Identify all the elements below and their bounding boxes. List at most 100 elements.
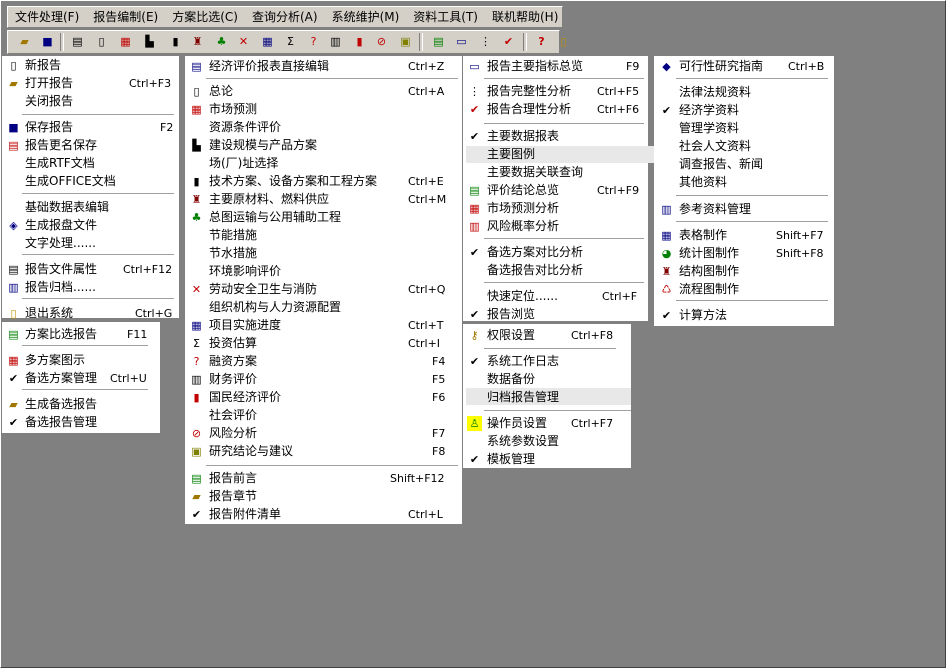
menu-item-national-eval[interactable]: ▮ 国民经济评价 F6	[189, 389, 459, 406]
bar-icon[interactable]: ▮	[352, 34, 367, 49]
menu-item-social-humanities[interactable]: 社会人文资料	[659, 138, 831, 155]
menu-item-env-impact[interactable]: 环境影响评价	[189, 263, 459, 280]
menu-item-open-report[interactable]: ▰ 打开报告 Ctrl+F3	[6, 75, 176, 92]
menu-item-risk-prob[interactable]: ▥ 风险概率分析	[467, 218, 645, 235]
menu-item-attachments[interactable]: ✔ 报告附件清单 Ctrl+L	[189, 506, 459, 523]
menu-item-financing[interactable]: ? 融资方案 F4	[189, 353, 459, 370]
menu-item-alt-report-compare[interactable]: 备选报告对比分析	[467, 262, 645, 279]
menu-item-save-as[interactable]: ▤ 报告更名保存	[6, 137, 176, 154]
question-list-icon[interactable]: ?	[306, 34, 321, 49]
menu-item-main-tables[interactable]: ✔ 主要数据报表	[467, 128, 645, 145]
menu-item-resource-eval[interactable]: 资源条件评价	[189, 119, 459, 136]
menu-item-close-report[interactable]: 关闭报告	[6, 93, 176, 110]
menu-item-save-report[interactable]: ■ 保存报告 F2	[6, 119, 176, 136]
menu-item-conclusion[interactable]: ▣ 研究结论与建议 F8	[189, 443, 459, 460]
menu-item-direct-edit[interactable]: ▤ 经济评价报表直接编辑 Ctrl+Z	[189, 58, 459, 75]
help-icon[interactable]: ?	[534, 34, 549, 49]
menu-item-water-saving[interactable]: 节水措施	[189, 245, 459, 262]
menu-item-gen-rtf[interactable]: 生成RTF文档	[6, 155, 176, 172]
menu-item-eval-summary[interactable]: ▤ 评价结论总览 Ctrl+F9	[467, 182, 645, 199]
menu-item-alt-report-manage[interactable]: ✔ 备选报告管理	[6, 414, 158, 431]
menu-item-alt-plan-manage[interactable]: ✔ 备选方案管理 Ctrl+U	[6, 370, 158, 387]
menu-item-work-log[interactable]: ✔ 系统工作日志	[467, 353, 629, 370]
menu-item-alt-plan-compare[interactable]: ✔ 备选方案对比分析	[467, 244, 645, 261]
people-icon[interactable]: ♜	[190, 34, 205, 49]
menu-item-schedule[interactable]: ▦ 项目实施进度 Ctrl+T	[189, 317, 459, 334]
menu-item-rationality[interactable]: ✔ 报告合理性分析 Ctrl+F6	[467, 101, 645, 118]
menu-item-quick-locate[interactable]: 快速定位...... Ctrl+F	[467, 288, 645, 305]
menu-item-risk-analysis[interactable]: ⊘ 风险分析 F7	[189, 425, 459, 442]
menu-item-research-news[interactable]: 调查报告、新闻	[659, 156, 831, 173]
menu-item-archive-manage[interactable]: 归档报告管理	[467, 389, 629, 406]
menu-item-gen-alt-report[interactable]: ▰ 生成备选报告	[6, 396, 158, 413]
menu-item-energy-saving[interactable]: 节能措施	[189, 227, 459, 244]
menu-item-flow-chart[interactable]: ♺ 流程图制作	[659, 281, 831, 298]
exit-door-icon[interactable]: ▯	[556, 34, 571, 49]
menu-item-other-data[interactable]: 其他资料	[659, 174, 831, 191]
menu-item-structure-chart[interactable]: ♜ 结构图制作	[659, 263, 831, 280]
menu-item-tech-plan[interactable]: ▮ 技术方案、设备方案和工程方案 Ctrl+E	[189, 173, 459, 190]
network-icon[interactable]: ♣	[214, 34, 229, 49]
menu-item-sys-params[interactable]: 系统参数设置	[467, 433, 629, 450]
conclusion-icon[interactable]: ▣	[398, 34, 413, 49]
menu-item-completeness[interactable]: ⋮ 报告完整性分析 Ctrl+F5	[467, 83, 645, 100]
menu-item-preface[interactable]: ▤ 报告前言 Shift+F12	[189, 470, 459, 487]
menu-item-scale-plan[interactable]: ▙ 建设规模与产品方案	[189, 137, 459, 154]
menu-item-template-manage[interactable]: ✔ 模板管理	[467, 451, 629, 468]
menu-item-gen-report-file[interactable]: ◈ 生成报盘文件	[6, 217, 176, 234]
menu-item-report-browse[interactable]: ✔ 报告浏览	[467, 306, 645, 323]
menu-item-economics[interactable]: ✔ 经济学资料	[659, 102, 831, 119]
menu-item-operator-setup[interactable]: ♙ 操作员设置 Ctrl+F7	[467, 415, 629, 432]
menu-item-gen-office[interactable]: 生成OFFICE文档	[6, 173, 176, 190]
menu-file[interactable]: 文件处理(F)	[8, 8, 86, 26]
open-folder-icon[interactable]: ▰	[17, 34, 32, 49]
risk-icon[interactable]: ⊘	[374, 34, 389, 49]
menu-item-safety[interactable]: ✕ 劳动安全卫生与消防 Ctrl+Q	[189, 281, 459, 298]
cross-icon[interactable]: ✕	[236, 34, 251, 49]
menu-item-chapters[interactable]: ▰ 报告章节	[189, 488, 459, 505]
check-icon[interactable]: ✔	[501, 34, 516, 49]
menu-maintenance[interactable]: 系统维护(M)	[325, 8, 407, 26]
menu-item-materials[interactable]: ♜ 主要原材料、燃料供应 Ctrl+M	[189, 191, 459, 208]
menu-item-stat-chart[interactable]: ◕ 统计图制作 Shift+F8	[659, 245, 831, 262]
menu-item-overview[interactable]: ▯ 总论 Ctrl+A	[189, 83, 459, 100]
tree-icon[interactable]: ⋮	[478, 34, 493, 49]
menu-help[interactable]: 联机帮助(H)	[485, 8, 565, 26]
save-icon[interactable]: ■	[40, 34, 55, 49]
grid-icon[interactable]: ▦	[260, 34, 275, 49]
calculator-icon[interactable]: ▥	[328, 34, 343, 49]
chart-icon[interactable]: ▦	[118, 34, 133, 49]
notepad-icon[interactable]: ▤	[431, 34, 446, 49]
menu-item-plan-compare-report[interactable]: ▤ 方案比选报告 F11	[6, 326, 158, 343]
building-icon[interactable]: ▙	[142, 34, 157, 49]
sigma-icon[interactable]: Σ	[283, 34, 298, 49]
menu-item-market-forecast[interactable]: ▦ 市场预测	[189, 101, 459, 118]
menu-item-organization[interactable]: 组织机构与人力资源配置	[189, 299, 459, 316]
document-icon[interactable]: ▯	[94, 34, 109, 49]
menu-item-main-charts[interactable]: 主要图例	[467, 146, 645, 163]
menu-item-layout[interactable]: ♣ 总图运输与公用辅助工程	[189, 209, 459, 226]
menu-item-report-props[interactable]: ▤ 报告文件属性 Ctrl+F12	[6, 261, 176, 278]
menu-item-key-indicators[interactable]: ▭ 报告主要指标总览 F9	[467, 58, 645, 75]
menu-item-calc-method[interactable]: ✔ 计算方法	[659, 307, 831, 324]
menu-item-multi-plan-chart[interactable]: ▦ 多方案图示	[6, 352, 158, 369]
menu-tools[interactable]: 资料工具(T)	[406, 8, 485, 26]
menu-item-exit[interactable]: ▯ 退出系统 Ctrl+G	[6, 305, 176, 322]
menu-item-table-make[interactable]: ▦ 表格制作 Shift+F7	[659, 227, 831, 244]
menu-item-investment[interactable]: Σ 投资估算 Ctrl+I	[189, 335, 459, 352]
menu-item-text-process[interactable]: 文字处理......	[6, 235, 176, 252]
window-icon[interactable]: ▭	[454, 34, 469, 49]
print-icon[interactable]: ▤	[70, 34, 85, 49]
menu-item-management[interactable]: 管理学资料	[659, 120, 831, 137]
menu-item-feasibility-guide[interactable]: ◆ 可行性研究指南 Ctrl+B	[659, 58, 831, 75]
menu-item-law-data[interactable]: 法律法规资料	[659, 84, 831, 101]
menu-item-permissions[interactable]: ⚷ 权限设置 Ctrl+F8	[467, 327, 629, 344]
menu-query[interactable]: 查询分析(A)	[245, 8, 325, 26]
menu-item-report-archive[interactable]: ▥ 报告归档......	[6, 279, 176, 296]
menu-item-ref-manage[interactable]: ▥ 参考资料管理	[659, 201, 831, 218]
menu-item-linked-query[interactable]: 主要数据关联查询	[467, 164, 645, 181]
menu-item-site-selection[interactable]: 场(厂)址选择	[189, 155, 459, 172]
device-icon[interactable]: ▮	[168, 34, 183, 49]
menu-item-financial-eval[interactable]: ▥ 财务评价 F5	[189, 371, 459, 388]
menu-item-basic-data-edit[interactable]: 基础数据表编辑	[6, 199, 176, 216]
